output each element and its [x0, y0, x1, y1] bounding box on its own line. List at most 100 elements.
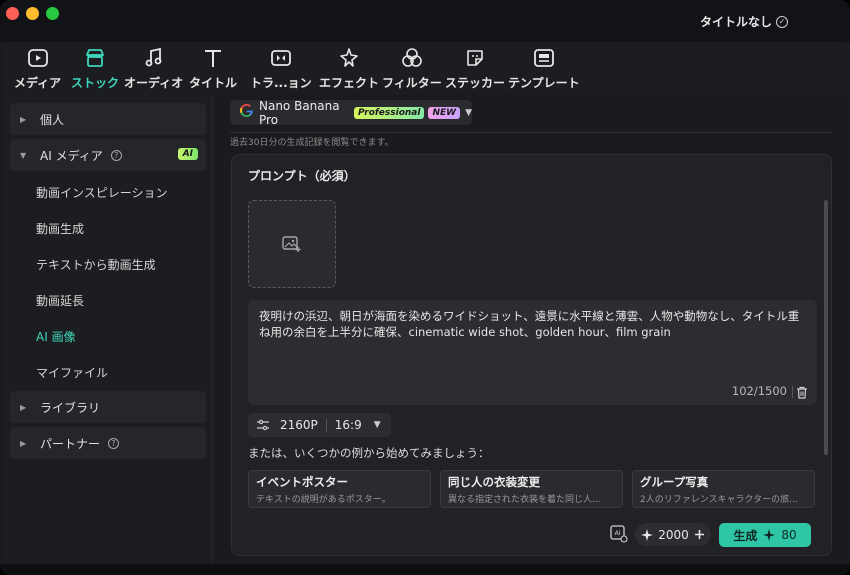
tab-transitions-label: トラ...ョン	[250, 76, 312, 90]
example-card-event-poster[interactable]: イベントポスター テキストの説明があるポスター。	[248, 470, 431, 508]
scrollbar[interactable]	[824, 200, 828, 455]
minimize-window-button[interactable]	[26, 7, 39, 20]
tab-filters-label: フィルター	[382, 76, 442, 90]
ai-badge: AI	[177, 148, 198, 160]
template-icon	[532, 46, 556, 70]
media-icon	[26, 46, 50, 70]
sidebar-group-ai-media[interactable]: ▼ AI メディア ? AI	[10, 139, 206, 171]
tab-transitions[interactable]: トラ...ョン	[250, 46, 312, 92]
tab-media[interactable]: メディア	[14, 46, 61, 92]
tab-titles[interactable]: タイトル	[189, 46, 237, 92]
example-title: グループ写真	[640, 475, 709, 489]
sidebar-group-personal[interactable]: ▶ 個人	[10, 103, 206, 135]
example-title: イベントポスター	[256, 475, 348, 489]
chevron-right-icon: ▶	[20, 402, 27, 412]
project-title[interactable]: タイトルなし ✓	[700, 13, 788, 30]
plus-icon	[694, 530, 704, 539]
svg-text:AI: AI	[615, 530, 621, 537]
sidebar-item-ai-image[interactable]: AI 画像	[36, 328, 76, 345]
sparkle-icon	[641, 528, 654, 541]
sidebar-group-label: AI メディア	[40, 148, 103, 163]
sliders-icon	[257, 419, 269, 431]
tab-effects-label: エフェクト	[319, 76, 380, 90]
music-note-icon	[142, 46, 166, 70]
sidebar-group-label: パートナー	[40, 436, 101, 451]
title-t-icon	[201, 46, 225, 70]
chevron-down-icon: ▼	[373, 420, 381, 430]
model-name: Nano Banana Pro	[259, 98, 340, 127]
tab-templates-label: テンプレート	[508, 76, 580, 90]
tab-media-label: メディア	[14, 76, 62, 90]
bottom-edge	[0, 564, 850, 575]
tab-titles-label: タイトル	[189, 76, 238, 90]
tab-stock[interactable]: ストック	[71, 46, 119, 92]
image-upload-area[interactable]	[248, 200, 336, 288]
prompt-textarea[interactable]: 夜明けの浜辺、朝日が海面を染めるワイドショット、遠景に水平線と薄雲、人物や動物な…	[248, 300, 817, 405]
stock-store-icon	[83, 46, 107, 70]
sticker-icon	[463, 46, 487, 70]
help-icon[interactable]: ?	[108, 437, 120, 449]
character-counter: 102/1500	[731, 384, 787, 398]
aspect-ratio-value: 16:9	[334, 418, 362, 432]
tab-effects[interactable]: エフェクト	[319, 46, 379, 92]
output-settings-dropdown[interactable]: 2160P 16:9 ▼	[248, 413, 391, 437]
close-window-button[interactable]	[6, 7, 19, 20]
app-window: タイトルなし ✓ メディア ストック オーディオ タイトル トラ...ョン エフ…	[0, 0, 850, 575]
maximize-window-button[interactable]	[46, 7, 59, 20]
generate-button[interactable]: 生成 80	[719, 523, 811, 547]
ai-image-panel: Nano Banana Pro Professional NEW ▼ 過去30日…	[216, 94, 850, 564]
generate-label: 生成	[733, 528, 758, 543]
chevron-right-icon: ▶	[20, 114, 27, 124]
sidebar-item-video-generation[interactable]: 動画生成	[36, 220, 84, 237]
transition-icon	[269, 46, 293, 70]
filter-icon	[400, 46, 424, 70]
sidebar-item-video-extend[interactable]: 動画延長	[36, 292, 84, 309]
model-selector[interactable]: Nano Banana Pro Professional NEW ▼	[230, 98, 472, 127]
history-note[interactable]: 過去30日分の生成記録を閲覧できます。	[230, 135, 394, 148]
tab-stock-label: ストック	[71, 76, 120, 90]
tab-templates[interactable]: テンプレート	[508, 46, 580, 92]
sidebar-group-label: 個人	[40, 112, 65, 127]
sidebar-item-text-to-video[interactable]: テキストから動画生成	[36, 256, 156, 273]
new-badge: NEW	[428, 106, 461, 119]
prompt-text: 夜明けの浜辺、朝日が海面を染めるワイドショット、遠景に水平線と薄雲、人物や動物な…	[259, 309, 800, 339]
help-icon[interactable]: ?	[110, 149, 122, 161]
sidebar-group-label: ライブラリ	[40, 400, 101, 415]
sidebar-item-my-files[interactable]: マイファイル	[36, 364, 108, 381]
divider	[792, 386, 793, 398]
tab-stickers[interactable]: ステッカー	[445, 46, 505, 92]
example-desc: テキストの説明があるポスター。	[256, 495, 391, 505]
example-card-group-photo[interactable]: グループ写真 2人のリファレンスキャラクターの旅...	[632, 470, 815, 508]
credits-balance[interactable]: 2000	[635, 523, 711, 546]
tab-stickers-label: ステッカー	[445, 76, 506, 90]
chevron-right-icon: ▶	[20, 438, 27, 448]
prompt-title: プロンプト（必須）	[248, 169, 356, 183]
generate-cost: 80	[781, 528, 797, 542]
add-image-icon	[282, 236, 301, 252]
chevron-down-icon: ▼	[465, 107, 472, 118]
trash-icon[interactable]	[796, 386, 808, 399]
example-card-outfit-change[interactable]: 同じ人の衣装変更 異なる指定された衣装を着た同じ人...	[440, 470, 623, 508]
sparkle-icon	[763, 529, 776, 541]
tab-audio[interactable]: オーディオ	[124, 46, 183, 92]
google-logo-icon	[240, 104, 253, 121]
divider	[230, 132, 832, 133]
effects-sparkle-icon	[337, 46, 361, 70]
title-bar: タイトルなし ✓	[0, 0, 850, 42]
prompt-card: プロンプト（必須） 夜明けの浜辺、朝日が海面を染めるワイドショット、遠景に水平線…	[231, 154, 832, 556]
professional-badge: Professional	[353, 106, 425, 119]
sidebar-group-library[interactable]: ▶ ライブラリ	[10, 391, 206, 423]
credits-value: 2000	[658, 527, 689, 542]
examples-hint: または、いくつかの例から始めてみましょう：	[248, 446, 490, 460]
sidebar-group-partner[interactable]: ▶ パートナー ?	[10, 427, 206, 459]
resolution-value: 2160P	[280, 418, 318, 432]
tab-filters[interactable]: フィルター	[382, 46, 442, 92]
project-title-text: タイトルなし	[699, 15, 772, 29]
example-desc: 異なる指定された衣装を着た同じ人...	[448, 495, 601, 505]
divider	[325, 418, 327, 432]
sidebar-item-video-inspiration[interactable]: 動画インスピレーション	[36, 184, 168, 201]
example-title: 同じ人の衣装変更	[448, 475, 540, 489]
example-desc: 2人のリファレンスキャラクターの旅...	[640, 495, 798, 505]
ai-settings-icon[interactable]: AI	[610, 525, 628, 543]
check-circle-icon: ✓	[776, 15, 788, 28]
